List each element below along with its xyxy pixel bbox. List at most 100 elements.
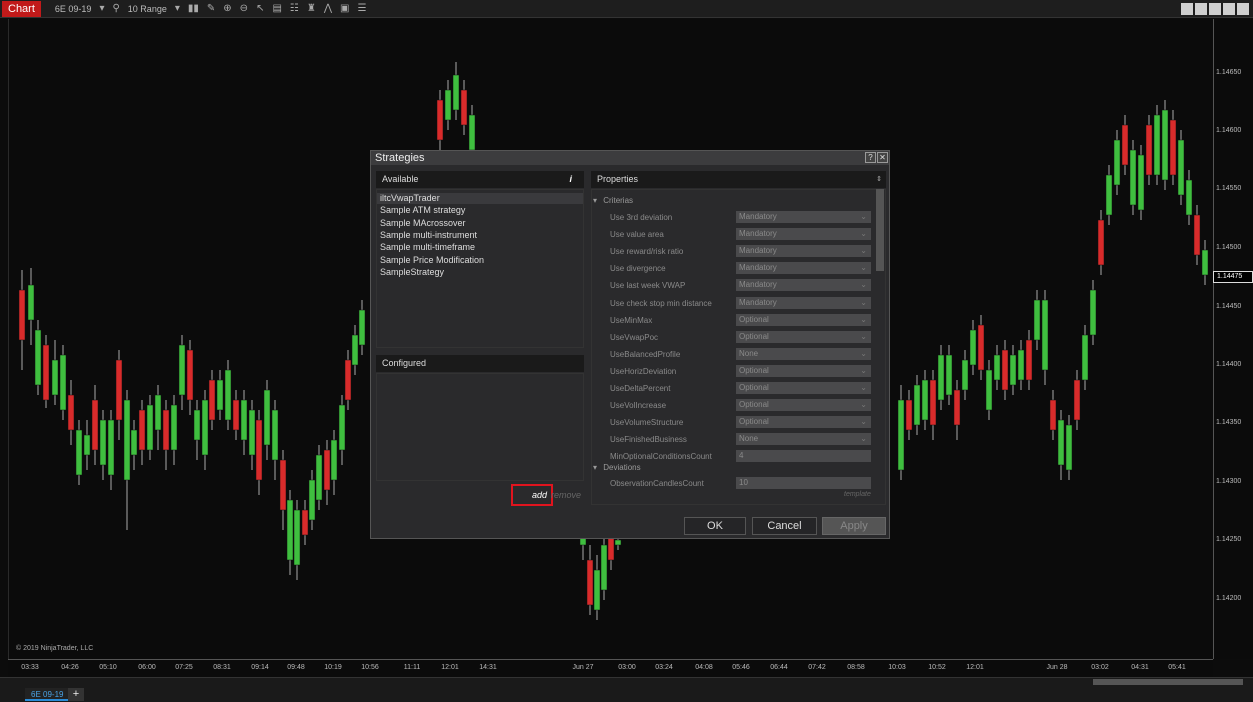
price-axis[interactable] [1213,19,1253,659]
remove-link[interactable]: remove [551,490,581,500]
candle-body [1177,139,1185,196]
chevron-down-icon[interactable]: ⌄ [860,262,867,274]
instrument-tab[interactable]: 6E 09-19 [25,688,70,701]
candle-body [301,509,309,536]
property-value-dropdown[interactable]: Mandatory ⌄ [736,211,871,223]
time-label: Jun 28 [1046,664,1068,671]
property-value-dropdown[interactable]: Mandatory ⌄ [736,262,871,275]
candle-body [1185,179,1193,216]
chevron-down-icon[interactable]: ⌄ [860,433,867,445]
candle-body [1201,249,1209,276]
property-name: Use value area [610,230,664,240]
property-name: Use reward/risk ratio [610,247,684,257]
chevron-down-icon[interactable]: ⌄ [860,348,867,360]
dialog-title-bar[interactable]: Strategies ? ✕ [371,151,889,165]
price-label: 1.14400 [1216,361,1242,368]
candle-body [351,334,359,366]
candle-body [929,379,937,426]
property-value-dropdown[interactable]: Mandatory ⌄ [736,228,871,241]
candle-body [1129,149,1137,206]
property-value-dropdown[interactable]: None ⌄ [736,347,871,360]
property-value-dropdown[interactable]: Mandatory ⌄ [736,296,871,309]
chevron-down-icon[interactable]: ⌄ [860,365,867,377]
candle-body [162,409,170,451]
configured-label: Configured [382,358,427,368]
close-icon[interactable]: ✕ [877,152,888,163]
add-tab-button[interactable]: + [68,688,84,701]
strategy-item[interactable]: Sample Price Modification [380,255,484,265]
chevron-down-icon[interactable]: ⌄ [860,228,867,240]
ok-button[interactable]: OK [684,517,746,535]
chevron-down-icon[interactable]: ⌄ [860,416,867,428]
configured-list[interactable] [376,373,584,481]
time-label: 07:42 [808,664,826,671]
info-icon[interactable]: i [569,171,572,188]
strategy-item[interactable]: Sample multi-timeframe [380,242,475,252]
property-value-dropdown[interactable]: Optional ⌄ [736,364,871,377]
time-label: 03:24 [655,664,673,671]
candle-body [216,379,224,411]
candle-body [1009,354,1017,386]
property-value: Optional [739,383,769,392]
candle-body [178,344,186,396]
help-icon[interactable]: ? [865,152,876,163]
chevron-down-icon[interactable]: ⌄ [860,314,867,326]
price-label: 1.14300 [1216,478,1242,485]
strategy-item[interactable]: Sample ATM strategy [380,205,465,215]
available-list[interactable]: iltcVwapTrader Sample ATM strategy Sample … [376,189,584,348]
property-name: UseFinishedBusiness [610,435,687,445]
chevron-down-icon[interactable]: ⌄ [860,297,867,309]
candle-body [1121,124,1129,166]
strategy-item[interactable]: SampleStrategy [380,267,444,277]
property-value-dropdown[interactable]: Optional ⌄ [736,382,871,394]
chevron-down-icon[interactable]: ⌄ [860,279,867,291]
chevron-down-icon[interactable]: ⌄ [860,245,867,257]
time-label: 10:52 [928,664,946,671]
candle-body [344,359,352,401]
property-value-dropdown[interactable]: Optional ⌄ [736,330,871,343]
property-value: Mandatory [739,229,777,239]
apply-button[interactable]: Apply [822,517,886,535]
property-value-dropdown[interactable]: Optional ⌄ [736,399,871,412]
cancel-button[interactable]: Cancel [752,517,817,535]
property-value-dropdown[interactable]: Optional ⌄ [736,416,871,429]
candle-body [1073,379,1081,421]
property-value-dropdown[interactable]: Optional ⌄ [736,313,871,326]
candle-body [130,429,138,456]
property-value: Mandatory [739,263,777,273]
strategy-item[interactable]: Sample multi-instrument [380,230,477,240]
property-value-dropdown[interactable]: 4 [736,450,871,463]
property-name: Use 3rd deviation [610,213,673,222]
strategy-item[interactable]: iltcVwapTrader [380,193,440,203]
template-link[interactable]: template [844,491,871,498]
time-label: 03:33 [21,664,39,671]
property-value-dropdown[interactable]: Mandatory ⌄ [736,279,871,292]
horizontal-scrollbar[interactable] [0,677,1253,687]
time-label: 07:25 [175,664,193,671]
dialog-title: Strategies [375,152,425,164]
expand-icon[interactable]: ▾ [593,463,597,472]
chevron-down-icon[interactable]: ⌄ [860,399,867,411]
scrollbar-thumb[interactable] [1093,679,1243,685]
candle-body [154,394,162,431]
add-link[interactable]: add [532,490,547,500]
scroll-arrows-icon[interactable]: ⇕ [876,171,882,188]
chevron-down-icon[interactable]: ⌄ [860,211,867,223]
chevron-down-icon[interactable]: ⌄ [860,331,867,343]
properties-scrollbar[interactable] [876,189,884,271]
property-value: Mandatory [739,297,777,307]
property-value[interactable]: 10 [736,477,871,489]
candle-body [138,409,146,451]
strategy-item[interactable]: Sample MAcrossover [380,218,466,228]
chevron-down-icon[interactable]: ⌄ [860,382,867,394]
property-value: Optional [739,365,769,375]
strategies-dialog: Strategies ? ✕ Available i iltcVwapTrade… [370,150,890,539]
candle-body [444,89,452,121]
property-name: Use last week VWAP [610,281,686,291]
property-value-dropdown[interactable]: Mandatory ⌄ [736,245,871,258]
candle-body [18,289,26,341]
expand-icon[interactable]: ▾ [593,196,597,205]
property-value-dropdown[interactable]: None ⌄ [736,433,871,446]
price-label: 1.14200 [1216,595,1242,602]
time-label: 08:31 [213,664,231,671]
